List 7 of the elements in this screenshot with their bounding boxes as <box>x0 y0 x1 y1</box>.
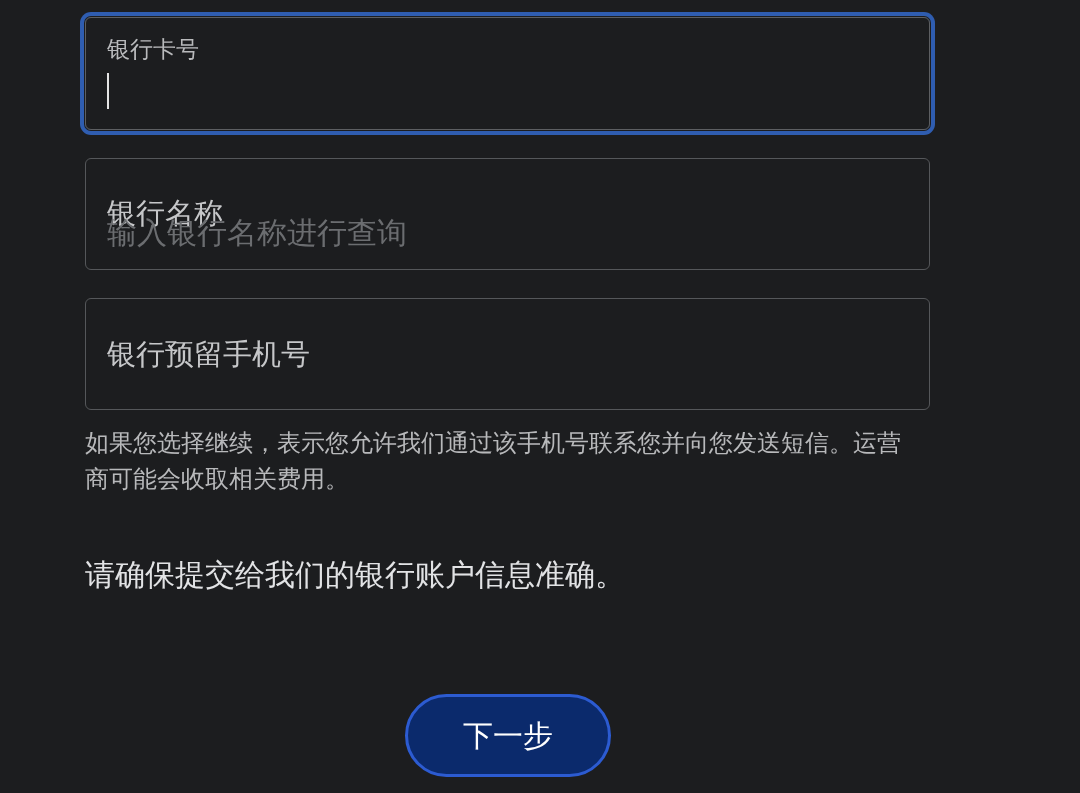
sms-consent-notice: 如果您选择继续，表示您允许我们通过该手机号联系您并向您发送短信。运营商可能会收取相关费用。 <box>85 428 902 495</box>
field-label: 银行预留手机号 <box>107 339 310 369</box>
text-cursor-icon <box>107 73 109 109</box>
field-label: 银行卡号 <box>107 36 199 62</box>
input-field[interactable]: 银行预留手机号 <box>85 298 930 410</box>
next-button[interactable]: 下一步 <box>404 694 611 777</box>
accuracy-statement: 请确保提交给我们的银行账户信息准确。 <box>85 557 626 593</box>
